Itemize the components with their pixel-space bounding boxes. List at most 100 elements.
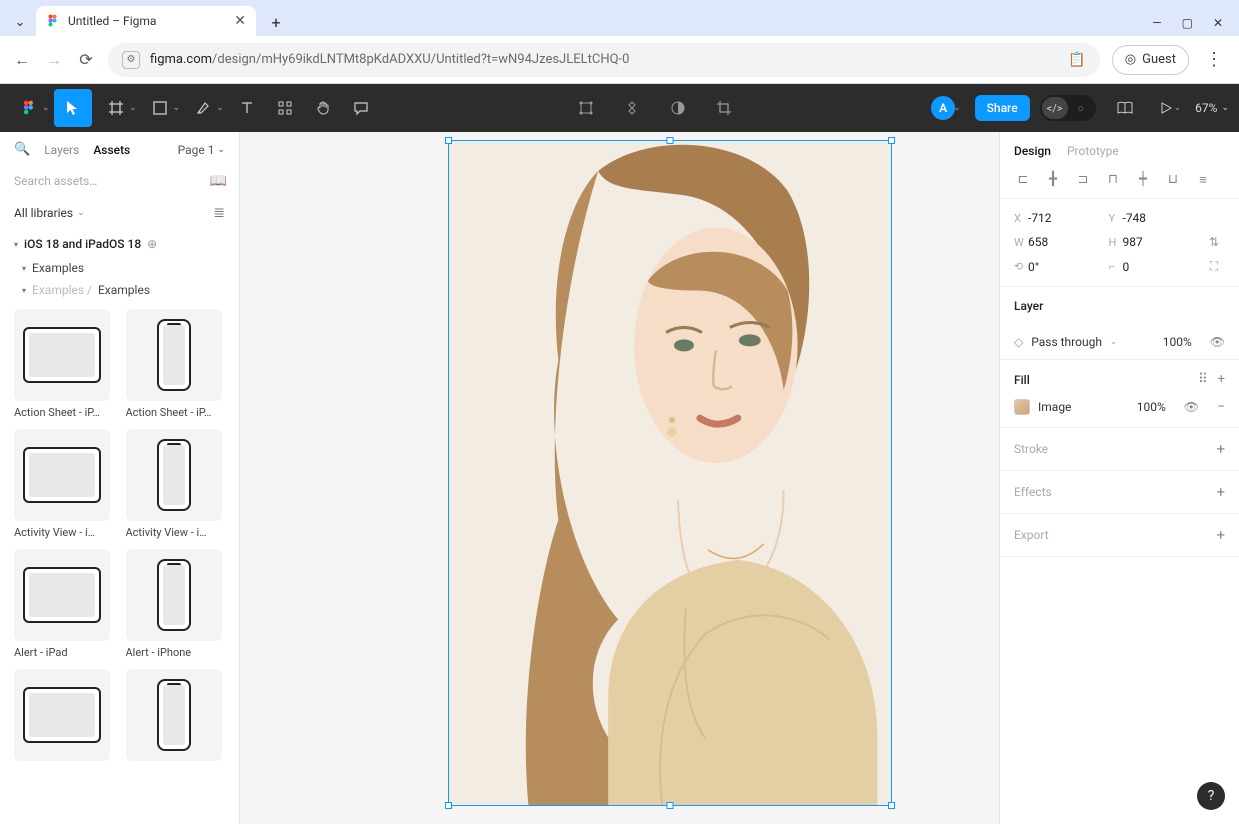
- tab-prototype[interactable]: Prototype: [1067, 144, 1119, 158]
- w-value[interactable]: 658: [1028, 235, 1109, 249]
- constrain-proportions-icon[interactable]: ⇅: [1203, 235, 1225, 249]
- selection-frame[interactable]: [448, 140, 892, 806]
- selection-handle[interactable]: [888, 802, 895, 809]
- book-icon[interactable]: 📖: [210, 173, 227, 189]
- component-controls-button[interactable]: [567, 89, 605, 127]
- figma-menu-button[interactable]: [10, 89, 48, 127]
- align-vcenter-icon[interactable]: ┿: [1134, 172, 1152, 188]
- comment-tool-button[interactable]: [342, 89, 380, 127]
- selection-handle[interactable]: [445, 802, 452, 809]
- y-value[interactable]: -748: [1123, 211, 1204, 225]
- add-stroke-icon[interactable]: +: [1216, 440, 1225, 458]
- dev-mode-toggle[interactable]: </> ○: [1040, 95, 1096, 121]
- chevron-down-icon[interactable]: ⌄: [953, 103, 965, 113]
- text-tool-button[interactable]: [228, 89, 266, 127]
- assets-search-input[interactable]: [14, 174, 202, 188]
- library-button[interactable]: [1106, 89, 1144, 127]
- crop-button[interactable]: [705, 89, 743, 127]
- browser-menu-icon[interactable]: ⋮: [1201, 49, 1227, 70]
- distribute-icon[interactable]: ≡: [1194, 172, 1212, 188]
- add-fill-icon[interactable]: +: [1218, 372, 1225, 387]
- pen-tool-button[interactable]: [184, 89, 222, 127]
- asset-thumbnail: [14, 309, 110, 401]
- chevron-down-icon[interactable]: ⌄: [1110, 337, 1118, 347]
- resources-button[interactable]: [266, 89, 304, 127]
- add-effect-icon[interactable]: +: [1216, 483, 1225, 501]
- present-button[interactable]: [1154, 89, 1178, 127]
- list-view-icon[interactable]: ≣: [213, 205, 225, 221]
- page-selector[interactable]: Page 1 ⌄: [178, 143, 225, 157]
- corner-radius-value[interactable]: 0: [1123, 260, 1204, 274]
- align-top-icon[interactable]: ⊓: [1104, 172, 1122, 188]
- move-tool-button[interactable]: [54, 89, 92, 127]
- align-bottom-icon[interactable]: ⊔: [1164, 172, 1182, 188]
- asset-item[interactable]: Activity View - i…: [14, 429, 114, 539]
- address-bar[interactable]: ⚙ figma.com/design/mHy69ikdLNTMt8pKdADXX…: [108, 43, 1100, 77]
- blend-mode-row: ◇ Pass through ⌄ 100% 👁: [1000, 325, 1239, 360]
- tab-design[interactable]: Design: [1014, 144, 1051, 158]
- align-left-icon[interactable]: ⊏: [1014, 172, 1032, 188]
- nav-back-icon[interactable]: ←: [12, 50, 32, 70]
- library-breadcrumb[interactable]: ▾ Examples / Examples: [0, 279, 239, 301]
- asset-item[interactable]: Alert - iPad: [14, 549, 114, 659]
- add-export-icon[interactable]: +: [1216, 526, 1225, 544]
- tab-layers[interactable]: Layers: [44, 143, 79, 157]
- create-component-button[interactable]: [613, 89, 651, 127]
- hand-tool-button[interactable]: [304, 89, 342, 127]
- fill-swatch[interactable]: [1014, 399, 1030, 415]
- clipboard-icon[interactable]: 📋: [1068, 52, 1085, 68]
- asset-item[interactable]: Action Sheet - iP…: [14, 309, 114, 419]
- rotation-value[interactable]: 0°: [1028, 260, 1109, 274]
- tab-close-icon[interactable]: ✕: [234, 13, 246, 29]
- style-icon[interactable]: ⠿: [1198, 372, 1208, 387]
- zoom-control[interactable]: 67% ⌄: [1195, 101, 1229, 115]
- blend-mode-select[interactable]: Pass through: [1031, 335, 1102, 349]
- independent-corners-icon[interactable]: ⛶: [1203, 259, 1225, 274]
- window-close-icon[interactable]: ✕: [1213, 16, 1223, 30]
- help-button[interactable]: ?: [1197, 782, 1225, 810]
- site-settings-icon[interactable]: ⚙: [122, 51, 140, 69]
- search-icon[interactable]: 🔍: [14, 142, 30, 157]
- asset-item[interactable]: [14, 669, 114, 766]
- window-minimize-icon[interactable]: —: [1152, 16, 1161, 30]
- fill-type[interactable]: Image: [1038, 400, 1071, 414]
- asset-item[interactable]: Activity View - i…: [126, 429, 226, 539]
- share-button[interactable]: Share: [975, 95, 1030, 121]
- library-selector[interactable]: All libraries ⌄ ≣: [0, 195, 239, 231]
- new-tab-button[interactable]: +: [262, 8, 290, 36]
- asset-item[interactable]: Alert - iPhone: [126, 549, 226, 659]
- profile-chip[interactable]: ◎ Guest: [1112, 45, 1189, 75]
- stroke-section[interactable]: Stroke +: [1000, 428, 1239, 471]
- export-section[interactable]: Export +: [1000, 514, 1239, 557]
- tabstrip-chevron[interactable]: ⌄: [8, 8, 32, 36]
- h-value[interactable]: 987: [1123, 235, 1204, 249]
- browser-tab[interactable]: Untitled – Figma ✕: [36, 6, 256, 36]
- selection-handle[interactable]: [888, 137, 895, 144]
- align-right-icon[interactable]: ⊐: [1074, 172, 1092, 188]
- canvas[interactable]: [240, 132, 999, 824]
- frame-tool-button[interactable]: [97, 89, 135, 127]
- selection-handle[interactable]: [445, 137, 452, 144]
- layer-opacity-value[interactable]: 100%: [1163, 335, 1192, 349]
- user-avatar[interactable]: A: [931, 96, 955, 120]
- selection-handle[interactable]: [667, 802, 674, 809]
- mask-button[interactable]: [659, 89, 697, 127]
- asset-item[interactable]: [126, 669, 226, 766]
- window-maximize-icon[interactable]: ▢: [1182, 16, 1193, 30]
- nav-forward-icon[interactable]: →: [44, 50, 64, 70]
- shape-tool-button[interactable]: [141, 89, 179, 127]
- library-section[interactable]: ▾ iOS 18 and iPadOS 18 ⊕: [0, 231, 239, 257]
- library-subsection[interactable]: ▾ Examples: [0, 257, 239, 279]
- align-hcenter-icon[interactable]: ╋: [1044, 172, 1062, 188]
- visibility-icon[interactable]: 👁: [1210, 335, 1225, 349]
- fill-opacity-value[interactable]: 100%: [1137, 400, 1166, 414]
- tab-assets[interactable]: Assets: [93, 143, 130, 157]
- remove-fill-icon[interactable]: −: [1217, 399, 1225, 415]
- visibility-icon[interactable]: 👁: [1184, 400, 1199, 414]
- book-icon: [1116, 100, 1134, 116]
- effects-section[interactable]: Effects +: [1000, 471, 1239, 514]
- asset-item[interactable]: Action Sheet - iP…: [126, 309, 226, 419]
- x-value[interactable]: -712: [1028, 211, 1109, 225]
- selection-handle[interactable]: [667, 137, 674, 144]
- reload-icon[interactable]: ⟳: [76, 50, 96, 69]
